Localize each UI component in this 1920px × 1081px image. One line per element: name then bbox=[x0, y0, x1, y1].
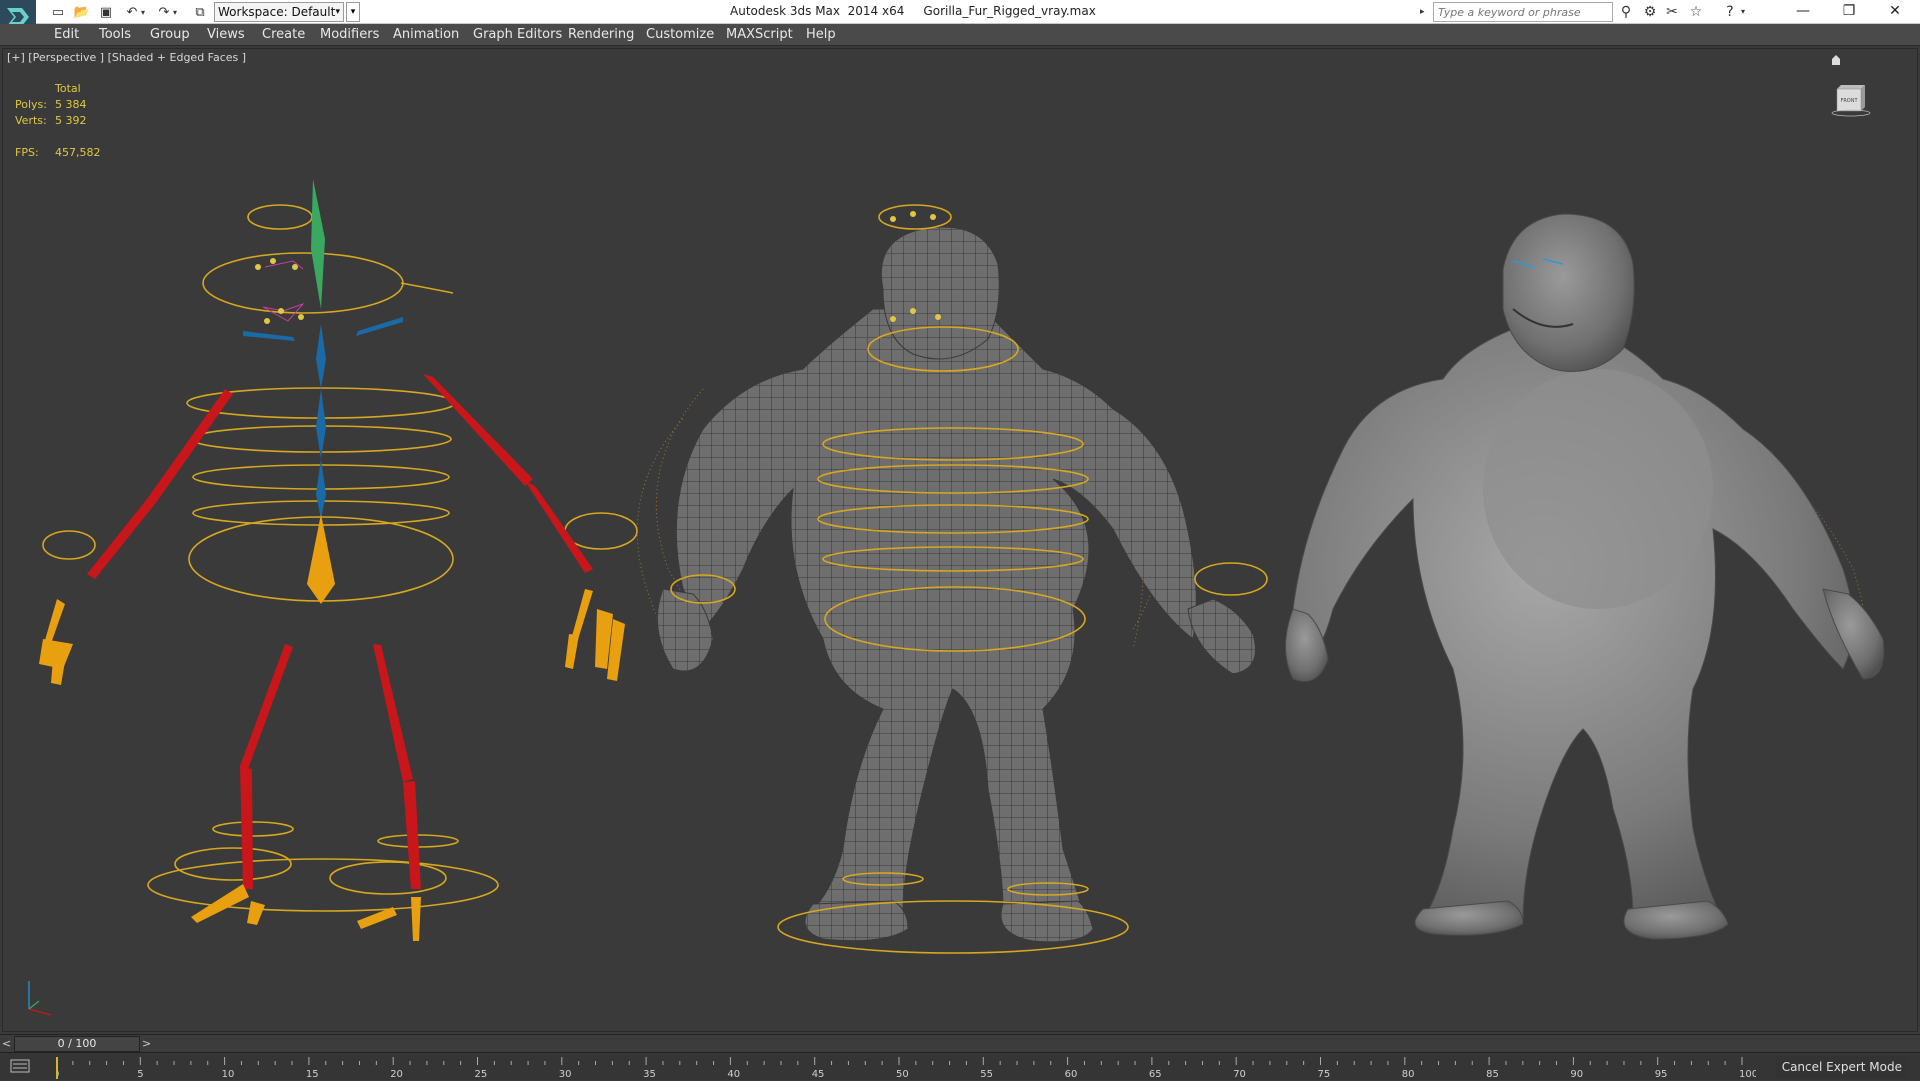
cancel-expert-mode-button[interactable]: Cancel Expert Mode bbox=[1775, 1056, 1908, 1078]
subscription-icon[interactable]: ⚙ bbox=[1640, 3, 1660, 21]
menu-animation[interactable]: Animation bbox=[393, 27, 459, 42]
tick-label: 100 bbox=[1739, 1069, 1756, 1080]
window-title: Autodesk 3ds Max 2014 x64 Gorilla_Fur_Ri… bbox=[730, 4, 1096, 18]
gorilla-fur-rendered-model[interactable] bbox=[1285, 213, 1885, 940]
quick-access-more-icon[interactable]: ▾ bbox=[346, 2, 360, 22]
tick-label: 90 bbox=[1570, 1069, 1583, 1080]
tick-label: 20 bbox=[390, 1069, 403, 1080]
minimize-icon[interactable]: — bbox=[1780, 0, 1826, 24]
close-icon[interactable]: ✕ bbox=[1872, 0, 1918, 24]
tick-label: 80 bbox=[1402, 1069, 1415, 1080]
menu-modifiers[interactable]: Modifiers bbox=[320, 27, 379, 42]
menu-tools[interactable]: Tools bbox=[99, 27, 131, 42]
binoculars-icon[interactable]: ⚲ bbox=[1616, 3, 1636, 21]
previous-frame-icon[interactable]: < bbox=[2, 1037, 14, 1051]
save-file-icon[interactable]: ▣ bbox=[96, 3, 116, 21]
menu-group[interactable]: Group bbox=[150, 27, 190, 42]
stats-fps-value: 457,582 bbox=[55, 146, 101, 159]
menu-graph-editors[interactable]: Graph Editors bbox=[473, 27, 562, 42]
favorites-star-icon[interactable]: ☆ bbox=[1686, 3, 1706, 21]
next-frame-icon[interactable]: > bbox=[142, 1037, 154, 1051]
title-bar: ▭ 📂 ▣ ↶ ▾ ↷ ▾ ⧉ Workspace: Default ▾ ▾ A… bbox=[0, 0, 1920, 34]
tick-label: 95 bbox=[1655, 1069, 1668, 1080]
help-dropdown-icon[interactable]: ▾ bbox=[1738, 3, 1748, 21]
viewcube-home-icon[interactable] bbox=[1831, 51, 1841, 65]
tick-label: 25 bbox=[475, 1069, 488, 1080]
current-frame-marker[interactable] bbox=[56, 1057, 58, 1079]
time-slider-thumb[interactable]: 0 / 100 bbox=[14, 1036, 140, 1052]
frame-ruler[interactable]: 5 10 15 20 25 30 35 40 45 50 55 60 65 70… bbox=[56, 1053, 1756, 1081]
new-file-icon[interactable]: ▭ bbox=[48, 3, 68, 21]
tick-label: 35 bbox=[643, 1069, 656, 1080]
menu-create[interactable]: Create bbox=[262, 27, 305, 42]
menu-bar: Edit Tools Group Views Create Modifiers … bbox=[0, 24, 1920, 46]
stats-fps-label: FPS: bbox=[15, 146, 39, 159]
tick-label: 60 bbox=[1065, 1069, 1078, 1080]
restore-icon[interactable]: ❐ bbox=[1826, 0, 1872, 24]
axis-tripod-icon bbox=[28, 981, 52, 1016]
tick-label: 40 bbox=[727, 1069, 740, 1080]
mini-curve-editor-icon[interactable] bbox=[10, 1058, 32, 1076]
tick-label: 30 bbox=[559, 1069, 572, 1080]
track-bar[interactable]: 5 10 15 20 25 30 35 40 45 50 55 60 65 70… bbox=[0, 1052, 1920, 1080]
menu-rendering[interactable]: Rendering bbox=[568, 27, 634, 42]
project-folder-icon[interactable]: ⧉ bbox=[190, 3, 210, 21]
menu-views[interactable]: Views bbox=[207, 27, 245, 42]
tick-label: 55 bbox=[980, 1069, 993, 1080]
stats-total-label: Total bbox=[55, 82, 81, 95]
tick-label: 10 bbox=[222, 1069, 235, 1080]
tick-label: 85 bbox=[1486, 1069, 1499, 1080]
menu-edit[interactable]: Edit bbox=[54, 27, 79, 42]
menu-maxscript[interactable]: MAXScript bbox=[726, 27, 793, 42]
tick-label: 75 bbox=[1318, 1069, 1331, 1080]
viewcube-face-label: FRONT bbox=[1840, 98, 1858, 104]
chevron-down-icon: ▾ bbox=[335, 7, 340, 17]
scene-canvas[interactable] bbox=[3, 49, 1918, 1032]
viewport-statistics: Total Polys: 5 384 Verts: 5 392 FPS: 457,58… bbox=[15, 81, 101, 161]
tick-label: 5 bbox=[137, 1069, 143, 1080]
tick-label: 15 bbox=[306, 1069, 319, 1080]
tick-label: 50 bbox=[896, 1069, 909, 1080]
stats-verts-value: 5 392 bbox=[55, 114, 87, 127]
perspective-viewport[interactable]: [+] [Perspective ] [Shaded + Edged Faces… bbox=[2, 48, 1918, 1032]
menu-customize[interactable]: Customize bbox=[646, 27, 714, 42]
gorilla-wireframe-model[interactable] bbox=[636, 204, 1268, 954]
workspace-label: Workspace: Default bbox=[218, 5, 336, 19]
help-icon[interactable]: ? bbox=[1720, 3, 1740, 21]
stats-verts-label: Verts: bbox=[15, 114, 47, 127]
time-slider[interactable]: < 0 / 100 > bbox=[0, 1034, 1920, 1052]
skeleton-rig[interactable] bbox=[39, 179, 638, 941]
tick-label: 45 bbox=[812, 1069, 825, 1080]
menu-help[interactable]: Help bbox=[806, 27, 836, 42]
stats-polys-label: Polys: bbox=[15, 98, 47, 111]
workspace-dropdown[interactable]: Workspace: Default ▾ bbox=[214, 2, 344, 22]
tick-label: 70 bbox=[1233, 1069, 1246, 1080]
open-file-icon[interactable]: 📂 bbox=[72, 3, 92, 21]
redo-dropdown-icon[interactable]: ▾ bbox=[170, 3, 180, 21]
viewport-label[interactable]: [+] [Perspective ] [Shaded + Edged Faces… bbox=[7, 51, 246, 64]
stats-polys-value: 5 384 bbox=[55, 98, 87, 111]
tick-label: 65 bbox=[1149, 1069, 1162, 1080]
infocenter-expand-icon[interactable]: ▸ bbox=[1420, 3, 1430, 21]
search-input[interactable] bbox=[1433, 2, 1613, 22]
undo-dropdown-icon[interactable]: ▾ bbox=[138, 3, 148, 21]
viewcube[interactable]: FRONT bbox=[1831, 79, 1871, 119]
communication-icon[interactable]: ✂ bbox=[1662, 3, 1682, 21]
